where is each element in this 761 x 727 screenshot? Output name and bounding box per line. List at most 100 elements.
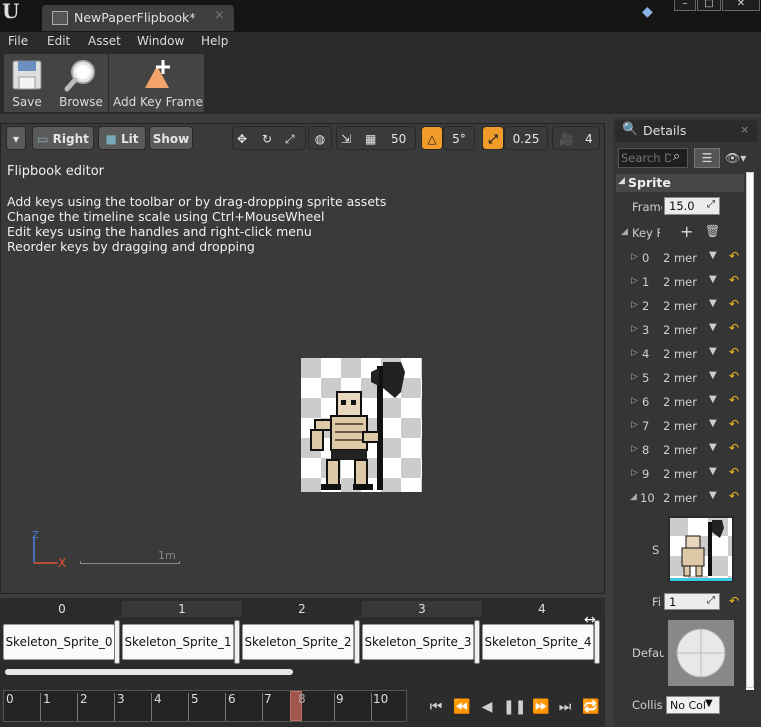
expand-arrow-icon[interactable]: ▷	[631, 276, 638, 286]
reset-icon[interactable]: ↶	[729, 489, 739, 503]
chevron-down-icon[interactable]: ▼	[709, 490, 717, 501]
skeleton-sprite-preview[interactable]	[301, 358, 422, 492]
expand-arrow-icon[interactable]: ▷	[631, 252, 638, 262]
key-frame-row[interactable]: ▷ 4 2 mem ▼ ↶	[616, 344, 744, 368]
reset-icon[interactable]: ↶	[729, 369, 739, 383]
material-thumbnail[interactable]	[668, 620, 734, 686]
scale-snap-value[interactable]: 0.25	[504, 126, 548, 150]
close-window-button[interactable]: ✕	[722, 0, 760, 11]
key-frame-row[interactable]: ▷ 2 2 mem ▼ ↶	[616, 296, 744, 320]
chevron-down-icon[interactable]: ▼	[709, 250, 717, 261]
add-element-icon[interactable]: +	[680, 222, 693, 241]
collision-dropdown[interactable]: No Col ▼	[666, 696, 720, 714]
document-tab[interactable]: NewPaperFlipbook* ×	[42, 5, 234, 31]
expand-arrow-icon[interactable]: ▷	[631, 396, 638, 406]
chevron-down-icon[interactable]: ▼	[709, 442, 717, 453]
key-frame-row[interactable]: ▷ 5 2 mem ▼ ↶	[616, 368, 744, 392]
minimize-button[interactable]: –	[674, 0, 696, 11]
key-frame-row[interactable]: ▷ 9 2 mem ▼ ↶	[616, 464, 744, 488]
details-scrollbar[interactable]	[746, 172, 754, 688]
reset-icon[interactable]: ↶	[729, 417, 739, 431]
menu-edit[interactable]: Edit	[47, 34, 70, 48]
collapse-arrow-icon[interactable]: ◢	[630, 492, 637, 502]
reset-icon[interactable]: ↶	[729, 441, 739, 455]
grid-snap-icon[interactable]: ▦	[365, 127, 376, 151]
frame-run-input[interactable]: 1 ⤢	[664, 593, 720, 610]
keyframe-handle[interactable]	[114, 620, 120, 664]
details-search-input[interactable]	[621, 150, 671, 166]
key-frame-row[interactable]: ◢10 2 mem ▼ ↶	[616, 488, 744, 512]
pause-icon[interactable]: ❚❚	[503, 697, 526, 717]
reset-icon[interactable]: ↶	[729, 393, 739, 407]
details-close-button[interactable]: ×	[740, 123, 749, 136]
keyframe-cell[interactable]: Skeleton_Sprite_3	[362, 624, 474, 660]
surface-snap-icon[interactable]: ⇲	[341, 127, 351, 151]
chevron-down-icon[interactable]: ▼	[709, 346, 717, 357]
reset-icon[interactable]: ↶	[729, 321, 739, 335]
world-local-icon[interactable]: ◍	[308, 126, 332, 150]
chevron-down-icon[interactable]: ▼	[709, 322, 717, 333]
menu-file[interactable]: File	[8, 34, 28, 48]
show-button[interactable]: Show	[149, 126, 193, 150]
skip-to-start-icon[interactable]: ⏮	[425, 697, 447, 717]
expand-arrow-icon[interactable]: ▷	[631, 348, 638, 358]
frames-per-second-input[interactable]: 15.0 ⤢	[664, 197, 720, 215]
keyframe-cell[interactable]: Skeleton_Sprite_2	[242, 624, 354, 660]
reset-icon[interactable]: ↶	[729, 249, 739, 263]
chevron-down-icon[interactable]: ▼	[709, 298, 717, 309]
menu-asset[interactable]: Asset	[88, 34, 121, 48]
view-options-icon[interactable]: ☰	[694, 148, 720, 168]
collapse-arrow-icon[interactable]: ◢	[618, 176, 625, 186]
keyframe-cell[interactable]: Skeleton_Sprite_1	[122, 624, 234, 660]
skip-to-end-icon[interactable]: ⏭	[554, 697, 576, 717]
keyframe-cell[interactable]: Skeleton_Sprite_0	[3, 624, 115, 660]
key-frame-row[interactable]: ▷ 8 2 mem ▼ ↶	[616, 440, 744, 464]
camera-speed-button[interactable]: 🎥 4	[552, 126, 600, 150]
step-forward-icon[interactable]: ⏩	[530, 697, 552, 717]
reset-icon[interactable]: ↶	[729, 297, 739, 311]
reset-icon[interactable]: ↶	[729, 345, 739, 359]
browse-button[interactable]: Browse	[56, 54, 106, 112]
keyframe-cell[interactable]: Skeleton_Sprite_4	[482, 624, 594, 660]
menu-help[interactable]: Help	[201, 34, 228, 48]
grid-snap-value[interactable]: 50	[391, 127, 406, 151]
maximize-button[interactable]: □	[697, 0, 721, 11]
play-reverse-icon[interactable]: ◀	[476, 697, 498, 717]
step-back-icon[interactable]: ⏪	[451, 697, 473, 717]
reset-icon[interactable]: ↶	[729, 594, 739, 608]
visibility-eye-icon[interactable]: 👁▾	[725, 148, 757, 168]
chevron-down-icon[interactable]: ▼	[709, 466, 717, 477]
chevron-down-icon[interactable]: ▼	[709, 370, 717, 381]
sprite-thumbnail[interactable]	[668, 516, 734, 582]
keyframe-handle[interactable]	[234, 620, 240, 664]
reset-icon[interactable]: ↶	[729, 465, 739, 479]
view-mode-button[interactable]: ▭ Right	[32, 126, 94, 150]
details-search[interactable]: ⌕	[618, 148, 688, 168]
translate-icon[interactable]: ✥	[237, 127, 247, 151]
key-frame-row[interactable]: ▷ 0 2 mem ▼ ↶	[616, 248, 744, 272]
scale-snap-icon[interactable]: ⤢	[482, 126, 504, 150]
viewport-options-button[interactable]: ▾	[6, 126, 26, 150]
lighting-button[interactable]: ■ Lit	[98, 126, 146, 150]
keyframe-handle[interactable]	[474, 620, 480, 664]
loop-icon[interactable]: 🔁	[580, 697, 602, 717]
expand-arrow-icon[interactable]: ▷	[631, 372, 638, 382]
menu-window[interactable]: Window	[137, 34, 184, 48]
chevron-down-icon[interactable]: ▼	[709, 274, 717, 285]
add-key-frame-button[interactable]: Add Key Frame	[112, 54, 204, 112]
key-frame-row[interactable]: ▷ 6 2 mem ▼ ↶	[616, 392, 744, 416]
timeline-scrollbar[interactable]	[5, 669, 293, 675]
chevron-down-icon[interactable]: ▼	[709, 394, 717, 405]
expand-arrow-icon[interactable]: ▷	[631, 420, 638, 430]
rotate-icon[interactable]: ↻	[262, 127, 272, 151]
scale-icon[interactable]: ⤢	[285, 127, 295, 151]
rotation-snap-value[interactable]: 5°	[443, 126, 475, 150]
trash-icon[interactable]: 🗑	[705, 224, 720, 238]
rotation-snap-icon[interactable]: △	[421, 126, 443, 150]
key-frame-row[interactable]: ▷ 3 2 mem ▼ ↶	[616, 320, 744, 344]
keyframe-handle[interactable]	[354, 620, 360, 664]
reset-icon[interactable]: ↶	[729, 273, 739, 287]
time-scrubber[interactable]	[3, 690, 407, 722]
expand-arrow-icon[interactable]: ▷	[631, 444, 638, 454]
save-button[interactable]: Save	[4, 54, 50, 112]
